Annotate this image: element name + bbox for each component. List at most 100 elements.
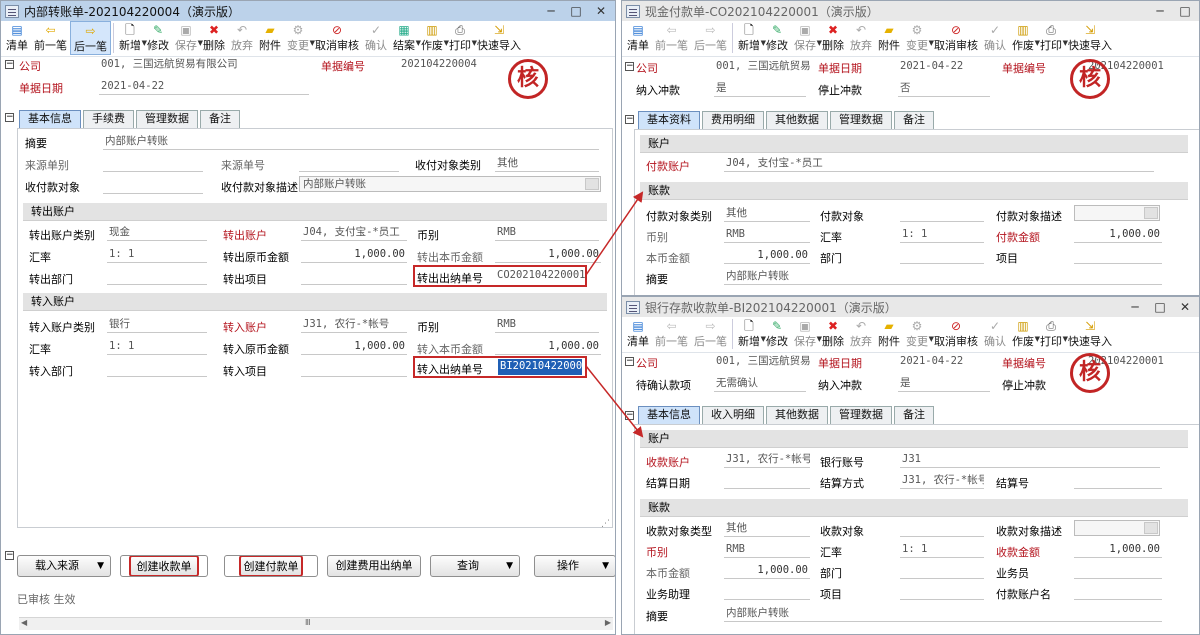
source-no-value[interactable]	[299, 156, 399, 172]
rate-value[interactable]: 1: 1	[900, 542, 984, 558]
clear-list-button[interactable]: ▤ 清单	[624, 317, 652, 351]
payer-account-name-value[interactable]	[1074, 584, 1162, 600]
settle-no-value[interactable]	[1074, 473, 1162, 489]
next-record-button[interactable]: ⇨ 后一笔	[70, 21, 111, 55]
confirm-button[interactable]: ✓ 确认	[981, 317, 1009, 351]
project-value[interactable]	[1074, 248, 1162, 264]
currency-value[interactable]: RMB	[724, 542, 810, 558]
out-project-value[interactable]	[301, 269, 407, 285]
in-rate-value[interactable]: 1: 1	[107, 339, 207, 355]
new-button[interactable]: 🗋 新增 ▼	[735, 21, 766, 55]
assistant-value[interactable]	[724, 584, 810, 600]
summary-value[interactable]: 内部账户转账	[103, 134, 599, 150]
company-value[interactable]: 001, 三国远航贸易	[714, 59, 810, 75]
company-value[interactable]: 001, 三国远航贸易	[714, 354, 810, 370]
scroll-thumb-grip-icon[interactable]: Ⅲ	[305, 618, 311, 627]
prev-record-button[interactable]: ⇦ 前一笔	[652, 317, 691, 351]
tab-management[interactable]: 管理数据	[830, 111, 892, 129]
out-amount-value[interactable]: 1,000.00	[301, 247, 407, 263]
tab-fees[interactable]: 手续费	[83, 110, 134, 128]
print-button[interactable]: ⎙ 打印 ▼	[1037, 21, 1068, 55]
prev-record-button[interactable]: ⇦ 前一笔	[652, 21, 691, 55]
new-button[interactable]: 🗋 新增 ▼	[116, 21, 147, 55]
change-button[interactable]: ⚙ 变更 ▼	[284, 21, 315, 55]
party-desc-picker-button[interactable]	[1144, 207, 1158, 219]
party-desc-picker-button[interactable]	[585, 178, 599, 190]
cancel-audit-button[interactable]: ⊘ 取消审核	[931, 317, 981, 351]
attachment-button[interactable]: ▰ 附件	[875, 21, 903, 55]
tab-management[interactable]: 管理数据	[830, 406, 892, 424]
delete-button[interactable]: ✖ 删除	[200, 21, 228, 55]
quick-import-button[interactable]: ⇲ 快速导入	[474, 21, 524, 55]
print-button[interactable]: ⎙ 打印 ▼	[1037, 317, 1068, 351]
new-button[interactable]: 🗋 新增 ▼	[735, 317, 766, 351]
receive-amount-value[interactable]: 1,000.00	[1074, 542, 1162, 558]
doc-date-value[interactable]: 2021-04-22	[898, 59, 988, 75]
close-case-button[interactable]: ▦ 结案 ▼	[390, 21, 421, 55]
change-button[interactable]: ⚙ 变更 ▼	[903, 21, 934, 55]
offset-value[interactable]: 是	[898, 376, 990, 392]
save-button[interactable]: ▣ 保存 ▼	[172, 21, 203, 55]
salesman-value[interactable]	[1074, 563, 1162, 579]
load-source-button[interactable]: 载入来源 ▼	[17, 555, 111, 577]
void-button[interactable]: ▥ 作废 ▼	[1009, 317, 1040, 351]
stop-offset-value[interactable]: 否	[898, 81, 990, 97]
quick-import-button[interactable]: ⇲ 快速导入	[1065, 21, 1115, 55]
summary-value[interactable]: 内部账户转账	[724, 606, 1162, 622]
local-amount-value[interactable]: 1,000.00	[724, 563, 810, 579]
offset-value[interactable]: 是	[714, 81, 806, 97]
edit-button[interactable]: ✎ 修改	[763, 21, 791, 55]
currency-value[interactable]: RMB	[724, 227, 810, 243]
in-project-value[interactable]	[301, 361, 407, 377]
party-desc-input[interactable]	[1074, 205, 1160, 221]
scroll-left-icon[interactable]: ◀	[21, 618, 27, 627]
save-button[interactable]: ▣ 保存 ▼	[791, 21, 822, 55]
next-record-button[interactable]: ⇨ 后一笔	[691, 317, 730, 351]
tab-basic-data[interactable]: 基本资料	[638, 111, 700, 129]
delete-button[interactable]: ✖ 删除	[819, 317, 847, 351]
in-currency-value[interactable]: RMB	[495, 317, 599, 333]
settle-date-value[interactable]	[724, 473, 810, 489]
in-acc-type-value[interactable]: 银行	[107, 317, 207, 333]
body-collapse-toggle[interactable]: −	[625, 411, 634, 420]
tab-expense-detail[interactable]: 费用明细	[702, 111, 764, 129]
body-collapse-toggle[interactable]: −	[625, 115, 634, 124]
doc-no-value[interactable]: 202104220004	[399, 57, 499, 73]
maximize-button[interactable]: □	[1148, 299, 1172, 315]
create-fee-cashier-button[interactable]: 创建费用出纳单	[327, 555, 421, 577]
body-collapse-toggle[interactable]: −	[5, 113, 14, 122]
tab-other-data[interactable]: 其他数据	[766, 406, 828, 424]
header-collapse-toggle[interactable]: −	[5, 60, 14, 69]
next-record-button[interactable]: ⇨ 后一笔	[691, 21, 730, 55]
void-button[interactable]: ▥ 作废 ▼	[1009, 21, 1040, 55]
discard-button[interactable]: ↶ 放弃	[847, 21, 875, 55]
in-acc-value[interactable]: J31, 农行-*帐号	[301, 317, 407, 333]
title-bar[interactable]: 银行存款收款单-BI202104220001（演示版） ─ □ ✕	[622, 297, 1199, 317]
confirm-button[interactable]: ✓ 确认	[362, 21, 390, 55]
maximize-button[interactable]: □	[1173, 3, 1197, 19]
party-desc-input[interactable]	[1074, 520, 1160, 536]
bank-account-value[interactable]: J31	[900, 452, 1160, 468]
receive-account-value[interactable]: J31, 农行-*帐号	[724, 452, 810, 468]
tab-management[interactable]: 管理数据	[136, 110, 198, 128]
operate-button[interactable]: 操作 ▼	[534, 555, 615, 577]
out-rate-value[interactable]: 1: 1	[107, 247, 207, 263]
in-amount-value[interactable]: 1,000.00	[301, 339, 407, 355]
party-desc-picker-button[interactable]	[1144, 522, 1158, 534]
party-value[interactable]	[103, 178, 203, 194]
company-value[interactable]: 001, 三国远航贸易有限公司	[99, 57, 305, 73]
void-button[interactable]: ▥ 作废 ▼	[418, 21, 449, 55]
header-collapse-toggle[interactable]: −	[625, 62, 634, 71]
cancel-audit-button[interactable]: ⊘ 取消审核	[931, 21, 981, 55]
pending-value[interactable]: 无需确认	[714, 376, 806, 392]
in-local-amount-value[interactable]: 1,000.00	[495, 339, 601, 355]
tab-income-detail[interactable]: 收入明细	[702, 406, 764, 424]
tab-notes[interactable]: 备注	[200, 110, 240, 128]
source-type-value[interactable]	[103, 156, 203, 172]
close-button[interactable]: ✕	[1173, 299, 1197, 315]
quick-import-button[interactable]: ⇲ 快速导入	[1065, 317, 1115, 351]
close-button[interactable]: ✕	[589, 3, 613, 19]
dept-value[interactable]	[900, 563, 984, 579]
header-collapse-toggle[interactable]: −	[625, 357, 634, 366]
change-button[interactable]: ⚙ 变更 ▼	[903, 317, 934, 351]
